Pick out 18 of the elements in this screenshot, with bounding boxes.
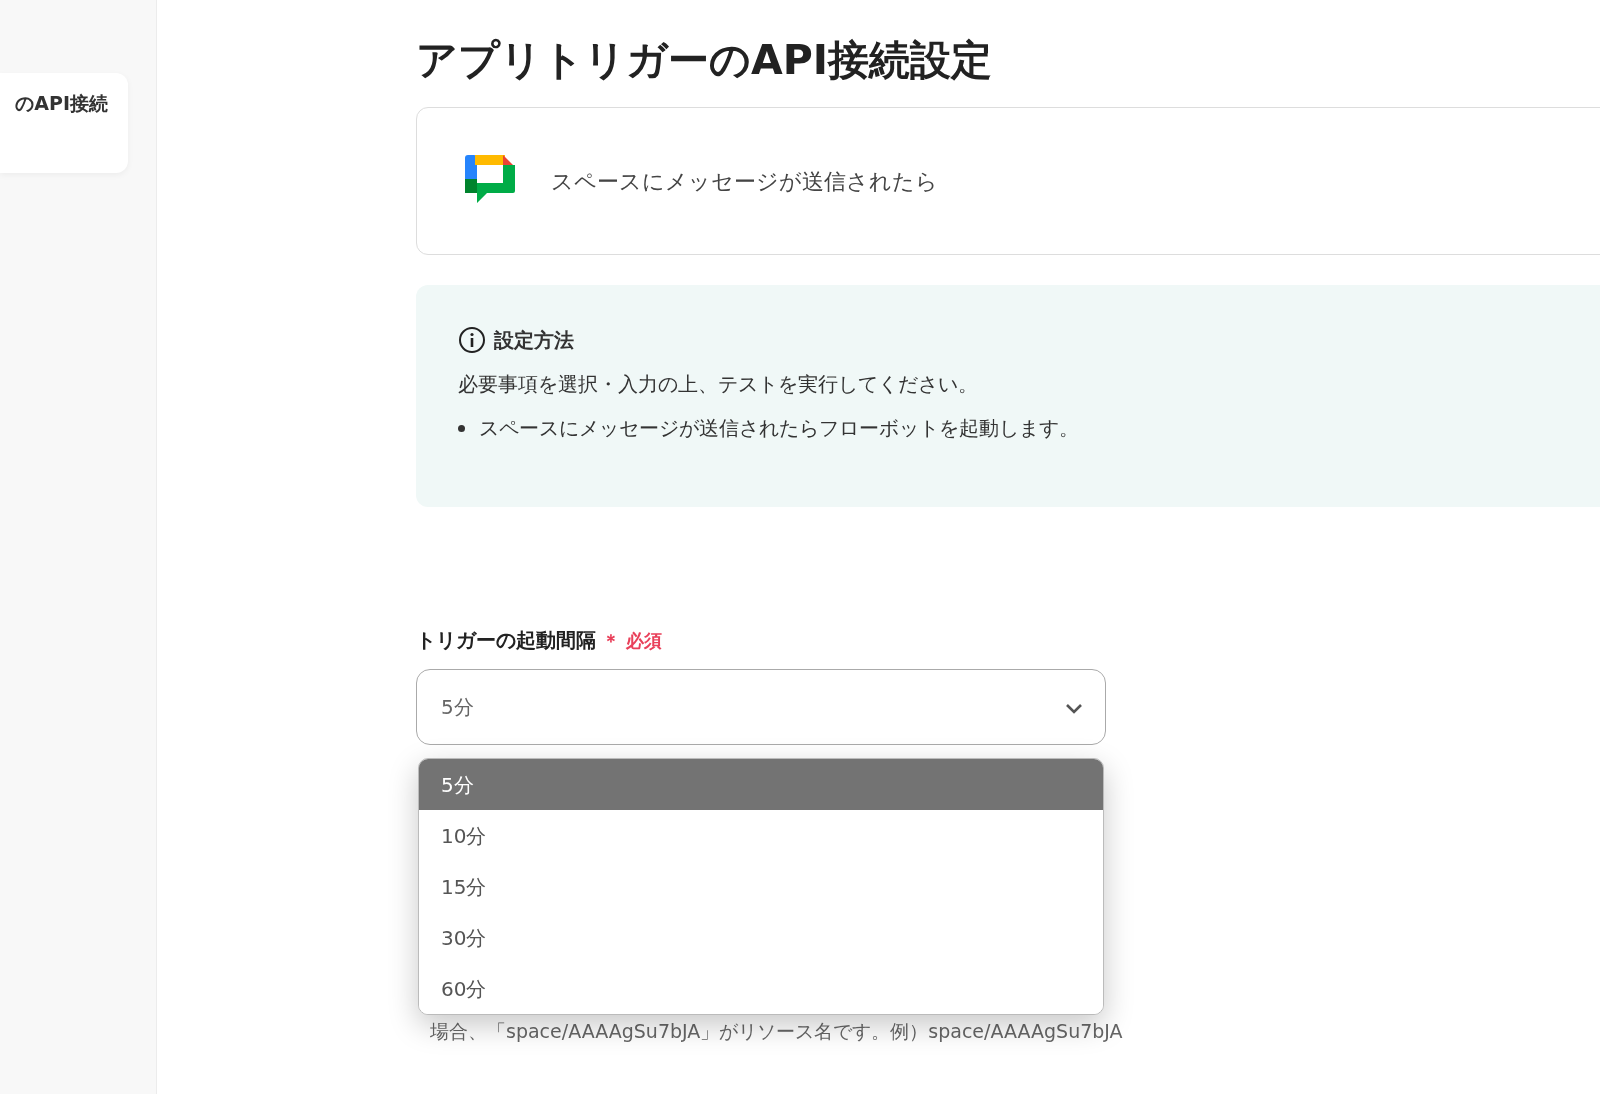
dropdown-option[interactable]: 60分 (419, 963, 1103, 1015)
info-icon (458, 326, 486, 355)
info-text: 必要事項を選択・入力の上、テストを実行してください。 (458, 371, 979, 399)
required-mark: ＊ 必須 (602, 629, 663, 654)
info-heading: 設定方法 (494, 327, 574, 355)
bullet-dot (458, 424, 465, 432)
dropdown-option[interactable]: 30分 (419, 912, 1103, 964)
page-title: アプリトリガーのAPI接続設定 (416, 36, 994, 86)
dropdown-option[interactable]: 5分 (419, 759, 1103, 811)
sidebar-item[interactable]: のAPI接続 (0, 73, 128, 173)
interval-select[interactable]: 5分 (416, 669, 1106, 746)
dropdown-option[interactable]: 10分 (419, 810, 1103, 862)
trigger-name: スペースにメッセージが送信されたら (551, 167, 938, 196)
field-label: トリガーの起動間隔 (416, 627, 596, 655)
field-hint: 場合、「space/AAAAgSu7bJA」がリソース名です。例）space/AAAAgSu7bJA (430, 1019, 1124, 1045)
chevron-down-icon (1065, 702, 1083, 715)
info-bullet: スペースにメッセージが送信されたらフローボットを起動します。 (479, 415, 1079, 443)
dropdown-option[interactable]: 15分 (419, 861, 1103, 913)
